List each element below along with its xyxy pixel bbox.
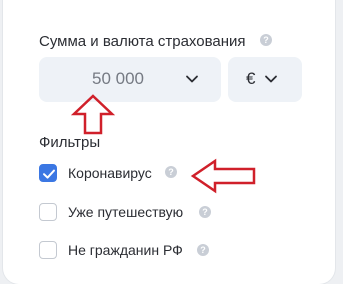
insurance-section-title: Сумма и валюта страхования (39, 33, 246, 50)
amount-value: 50 000 (92, 69, 144, 88)
not-citizen-label: Не гражданин РФ (68, 242, 183, 258)
annotation-arrow-left (190, 158, 256, 194)
coronavirus-help-icon[interactable]: ? (165, 166, 177, 178)
not-citizen-help-icon[interactable]: ? (197, 244, 209, 256)
coronavirus-label: Коронавирус (68, 165, 152, 181)
coronavirus-checkbox[interactable] (39, 164, 57, 182)
annotation-arrow-up (70, 94, 116, 135)
not-citizen-checkbox[interactable] (39, 241, 57, 259)
chevron-down-icon (186, 75, 198, 83)
currency-value: € (246, 69, 256, 88)
already-traveling-label: Уже путешествую (68, 204, 184, 220)
checkmark-icon (43, 169, 55, 179)
currency-select[interactable]: € (228, 57, 302, 102)
already-traveling-checkbox[interactable] (39, 203, 57, 221)
filters-section-title: Фильтры (39, 134, 101, 151)
chevron-down-icon (265, 75, 277, 83)
amount-select[interactable]: 50 000 (39, 57, 221, 102)
already-traveling-help-icon[interactable]: ? (199, 206, 211, 218)
insurance-help-icon[interactable]: ? (260, 34, 272, 46)
